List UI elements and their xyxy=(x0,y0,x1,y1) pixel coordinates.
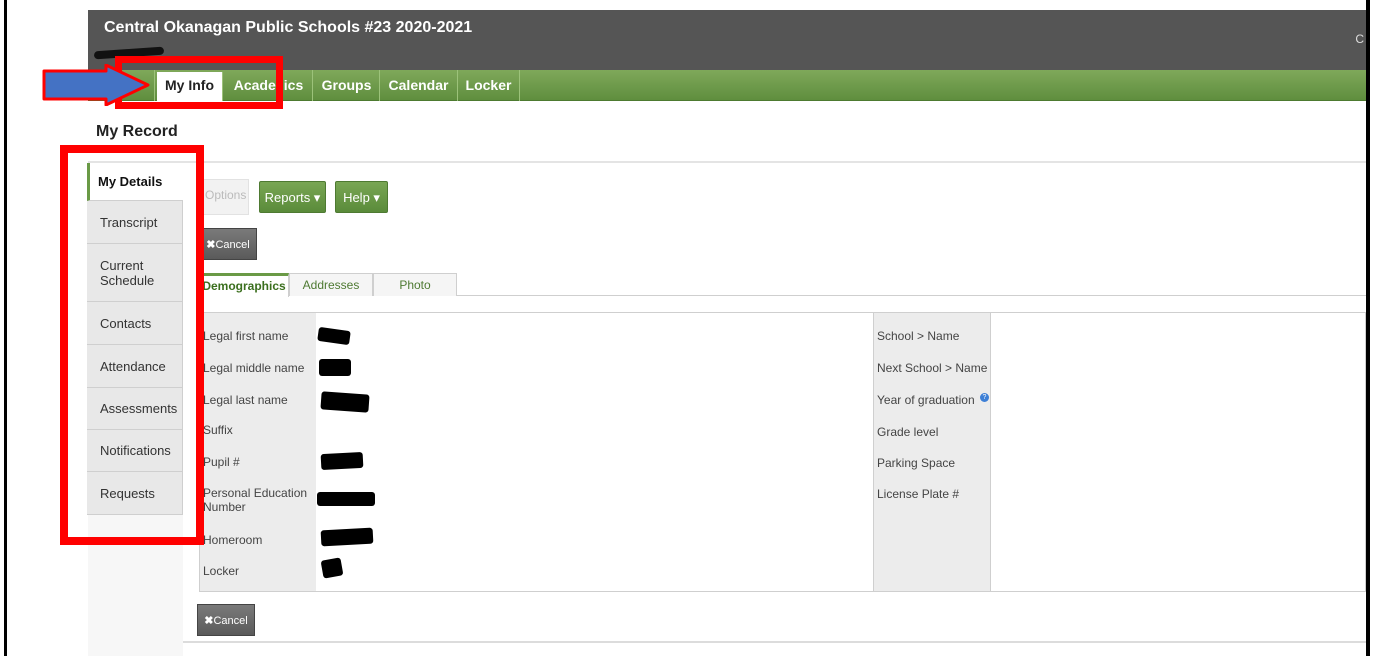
field-label-next-school-name: Next School > Name xyxy=(877,361,988,375)
cancel-button-label: Cancel xyxy=(213,615,248,627)
cancel-button-bottom[interactable]: ✖Cancel xyxy=(197,604,255,636)
reports-menu-button[interactable]: Reports ▾ xyxy=(259,181,326,213)
field-label-pupil-number: Pupil # xyxy=(203,455,240,469)
frame-left-border xyxy=(4,0,7,656)
tab-academics-label-end: ics xyxy=(283,77,304,93)
demographics-table: Legal first name Legal middle name Legal… xyxy=(199,312,1366,592)
redacted-first-name xyxy=(317,326,351,346)
field-label-grade-level: Grade level xyxy=(877,425,939,439)
field-label-locker: Locker xyxy=(203,564,240,578)
app-title: Central Okanagan Public Schools #23 2020… xyxy=(104,19,473,36)
tab-locker[interactable]: Locker xyxy=(458,70,520,101)
info-icon[interactable]: ? xyxy=(979,393,989,402)
subtab-demographics[interactable]: Demographics xyxy=(199,273,289,297)
field-label-homeroom: Homeroom xyxy=(203,533,263,547)
redacted-last-name xyxy=(320,391,370,413)
redacted-locker xyxy=(320,557,344,579)
left-label-column xyxy=(200,313,316,591)
redacted-personal-education-number xyxy=(317,492,375,506)
tab-groups[interactable]: Groups xyxy=(314,70,380,101)
field-label-personal-education-number: Personal Education Number xyxy=(203,486,308,514)
redacted-pupil-number xyxy=(320,451,364,471)
redacted-middle-name xyxy=(319,359,351,376)
field-label-legal-first-name: Legal first name xyxy=(203,329,289,343)
page-title: My Record xyxy=(96,123,178,140)
subtab-photo[interactable]: Photo xyxy=(373,273,457,296)
field-label-parking-space: Parking Space xyxy=(877,456,956,470)
help-menu-button[interactable]: Help ▾ xyxy=(335,181,388,213)
field-label-legal-middle-name: Legal middle name xyxy=(203,361,305,375)
field-label-license-plate: License Plate # xyxy=(877,487,960,501)
field-label-school-name: School > Name xyxy=(877,329,960,343)
header-user-initial[interactable]: C xyxy=(1355,32,1364,46)
cancel-button-label: Cancel xyxy=(215,239,250,251)
right-label-column xyxy=(873,313,991,591)
subtab-addresses[interactable]: Addresses xyxy=(289,273,373,296)
annotation-arrow-icon xyxy=(42,64,150,106)
field-label-year-of-graduation-text: Year of graduation xyxy=(877,393,975,407)
field-label-suffix: Suffix xyxy=(203,423,233,437)
redacted-homeroom xyxy=(320,527,374,547)
tab-calendar[interactable]: Calendar xyxy=(380,70,458,101)
field-label-year-of-graduation: Year of graduation ? xyxy=(877,393,989,407)
cancel-button-top[interactable]: ✖Cancel xyxy=(199,228,257,260)
field-label-legal-last-name: Legal last name xyxy=(203,393,288,407)
annotation-highlight-sidebar xyxy=(60,145,204,545)
options-menu-button[interactable]: Options xyxy=(199,179,249,215)
frame-right-border xyxy=(1366,0,1370,656)
bottom-divider xyxy=(183,641,1366,643)
